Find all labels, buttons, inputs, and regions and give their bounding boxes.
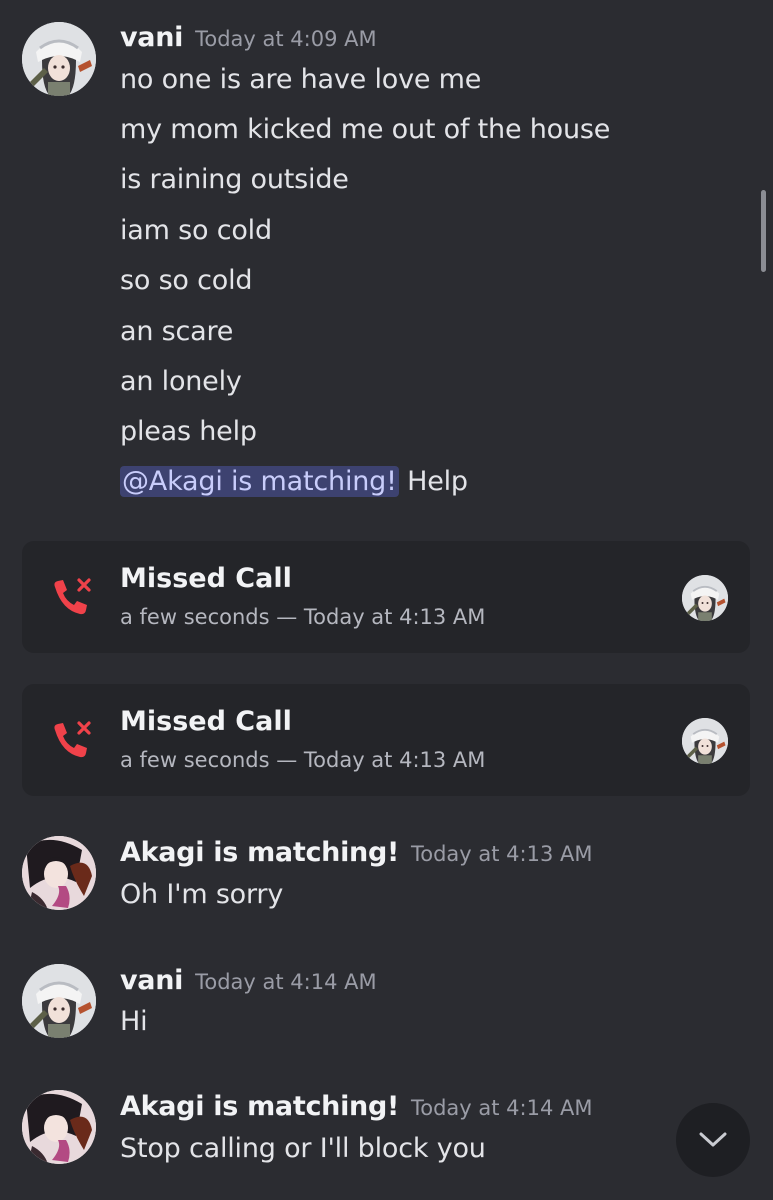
message-text: pleas help: [120, 416, 257, 447]
avatar-akagi[interactable]: [22, 1090, 96, 1164]
jump-to-present-button[interactable]: [676, 1103, 750, 1177]
caller-avatar: [682, 718, 728, 764]
message-text: so so cold: [120, 265, 253, 296]
message-text: is raining outside: [120, 164, 349, 195]
message-header: Akagi is matching! Today at 4:14 AM: [120, 1091, 593, 1122]
message-text: my mom kicked me out of the house: [120, 114, 611, 145]
message-text: an lonely: [120, 366, 242, 397]
user-mention[interactable]: @Akagi is matching!: [120, 466, 399, 497]
timestamp: Today at 4:09 AM: [195, 27, 377, 51]
call-title: Missed Call: [120, 563, 292, 594]
message-text-with-mention: @Akagi is matching! Help: [120, 466, 468, 497]
avatar-vani[interactable]: [22, 964, 96, 1038]
chevron-down-icon: [699, 1132, 727, 1147]
author-name[interactable]: Akagi is matching!: [120, 1091, 399, 1122]
message-header: vani Today at 4:09 AM: [120, 22, 377, 53]
timestamp: Today at 4:14 AM: [410, 1096, 593, 1120]
message-text: no one is are have love me: [120, 64, 482, 95]
message-header: Akagi is matching! Today at 4:13 AM: [120, 837, 593, 868]
timestamp: Today at 4:13 AM: [410, 842, 593, 866]
scrollbar-thumb[interactable]: [761, 190, 766, 272]
author-name[interactable]: Akagi is matching!: [120, 837, 399, 868]
author-name[interactable]: vani: [120, 22, 183, 53]
missed-call-card[interactable]: Missed Call a few seconds — Today at 4:1…: [22, 541, 750, 653]
missed-call-card[interactable]: Missed Call a few seconds — Today at 4:1…: [22, 684, 750, 796]
message-text: Stop calling or I'll block you: [120, 1133, 486, 1164]
missed-call-icon: [54, 721, 91, 758]
message-text: Hi: [120, 1006, 148, 1037]
timestamp: Today at 4:14 AM: [195, 970, 377, 994]
author-name[interactable]: vani: [120, 965, 183, 996]
message-header: vani Today at 4:14 AM: [120, 965, 377, 996]
caller-avatar: [682, 575, 728, 621]
call-title: Missed Call: [120, 706, 292, 737]
message-text: Help: [407, 466, 468, 497]
message-text: iam so cold: [120, 215, 272, 246]
message-text: an scare: [120, 316, 234, 347]
call-meta: a few seconds — Today at 4:13 AM: [120, 605, 486, 629]
avatar-akagi[interactable]: [22, 836, 96, 910]
missed-call-icon: [54, 578, 91, 615]
avatar-vani[interactable]: [22, 22, 96, 96]
message-text: Oh I'm sorry: [120, 879, 284, 910]
call-meta: a few seconds — Today at 4:13 AM: [120, 748, 486, 772]
